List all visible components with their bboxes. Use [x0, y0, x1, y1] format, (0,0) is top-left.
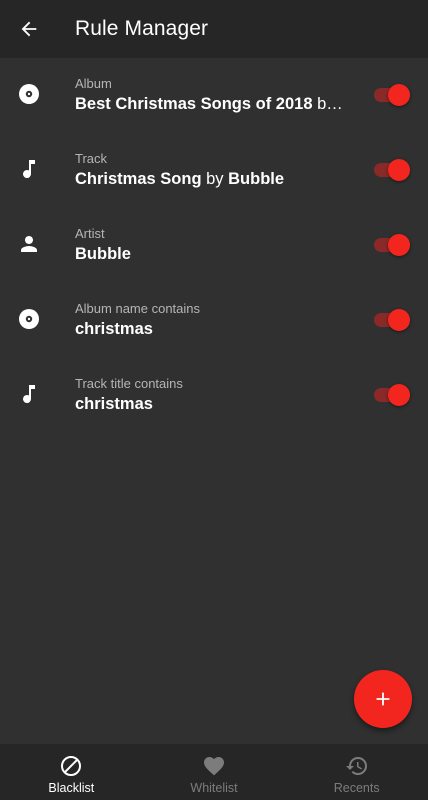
rule-value: christmas	[75, 319, 345, 339]
rule-toggle[interactable]	[374, 309, 410, 331]
toolbar: Rule Manager	[0, 0, 428, 58]
rule-type-label: Album name contains	[75, 301, 201, 316]
toggle-thumb	[388, 234, 410, 256]
rule-item[interactable]: Album name contains christmas	[0, 283, 428, 358]
rule-value-main: Best Christmas Songs of 2018	[75, 95, 313, 113]
toggle-thumb	[388, 159, 410, 181]
rule-value: Best Christmas Songs of 2018 by Various …	[75, 94, 345, 114]
app-screen: Rule Manager Album Best Christmas Songs …	[0, 0, 428, 800]
rule-item[interactable]: Artist Bubble	[0, 208, 428, 283]
rule-value: Christmas Song by Bubble	[75, 169, 345, 189]
nav-item-recents[interactable]: Recents	[285, 744, 428, 800]
add-rule-button[interactable]	[354, 670, 412, 728]
rule-value-secondary: Bubble	[228, 170, 285, 188]
heart-icon	[202, 754, 226, 778]
rule-value-main: christmas	[75, 395, 153, 413]
block-icon	[59, 754, 83, 778]
rule-type-label: Artist	[75, 226, 105, 241]
rule-item[interactable]: Track title contains christmas	[0, 358, 428, 433]
music-note-icon	[17, 157, 41, 181]
rule-value-main: Christmas Song	[75, 170, 202, 188]
rule-value-main: christmas	[75, 320, 153, 338]
rule-item[interactable]: Track Christmas Song by Bubble	[0, 133, 428, 208]
rule-value-joiner: by	[312, 95, 335, 113]
rule-value-main: Bubble	[75, 245, 131, 263]
rule-value: Bubble	[75, 244, 345, 264]
bottom-navigation: Blacklist Whitelist Recents	[0, 744, 428, 800]
rule-text: Album name contains christmas	[75, 301, 345, 339]
person-icon	[17, 232, 41, 256]
rule-toggle[interactable]	[374, 84, 410, 106]
arrow-back-icon	[21, 21, 37, 37]
rule-toggle[interactable]	[374, 384, 410, 406]
nav-label: Whitelist	[190, 781, 238, 795]
history-icon	[345, 754, 369, 778]
toggle-thumb	[388, 84, 410, 106]
rule-item[interactable]: Album Best Christmas Songs of 2018 by Va…	[0, 58, 428, 133]
back-button[interactable]	[0, 0, 58, 58]
rule-type-label: Album	[75, 76, 112, 91]
plus-icon	[376, 692, 390, 706]
album-icon	[17, 307, 41, 331]
rule-value-joiner: by	[201, 170, 229, 188]
nav-item-blacklist[interactable]: Blacklist	[0, 744, 143, 800]
rule-text: Track title contains christmas	[75, 376, 345, 414]
rule-toggle[interactable]	[374, 234, 410, 256]
page-title: Rule Manager	[75, 17, 209, 40]
toggle-thumb	[388, 309, 410, 331]
nav-item-whitelist[interactable]: Whitelist	[143, 744, 286, 800]
rule-list: Album Best Christmas Songs of 2018 by Va…	[0, 58, 428, 433]
rule-value: christmas	[75, 394, 345, 414]
album-icon	[17, 82, 41, 106]
toggle-thumb	[388, 384, 410, 406]
rule-toggle[interactable]	[374, 159, 410, 181]
nav-label: Recents	[333, 781, 380, 795]
rule-type-label: Track title contains	[75, 376, 183, 391]
rule-text: Artist Bubble	[75, 226, 345, 264]
rule-type-label: Track	[75, 151, 108, 166]
rule-text: Album Best Christmas Songs of 2018 by Va…	[75, 76, 345, 114]
music-note-icon	[17, 382, 41, 406]
rule-text: Track Christmas Song by Bubble	[75, 151, 345, 189]
nav-label: Blacklist	[48, 781, 95, 795]
